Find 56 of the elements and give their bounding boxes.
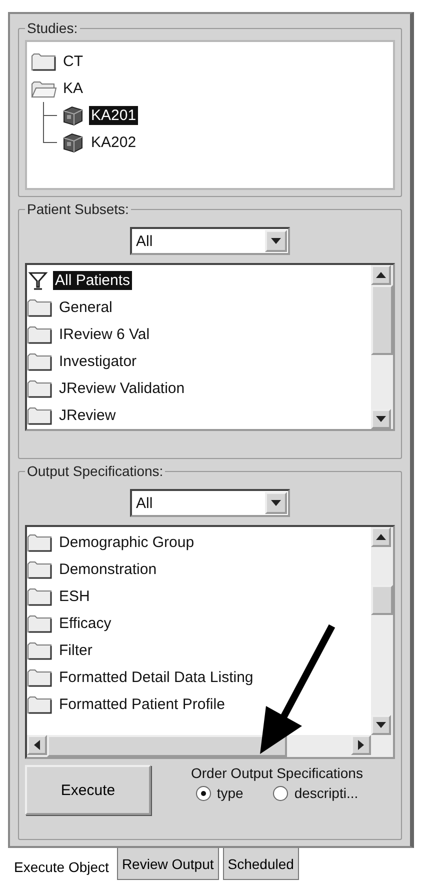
scroll-thumb[interactable] — [371, 585, 393, 615]
list-item[interactable]: Formatted Detail Data Listing — [27, 664, 371, 691]
folder-icon — [27, 588, 53, 606]
list-item[interactable]: General — [27, 294, 371, 321]
folder-icon — [27, 352, 53, 370]
tree-item[interactable]: KA201 — [31, 102, 389, 129]
group-label: Patient Subsets: — [26, 201, 130, 217]
folder-icon — [27, 642, 53, 660]
list-item[interactable]: JReview — [27, 402, 371, 429]
tree-item[interactable]: KA202 — [31, 129, 389, 156]
list-item[interactable]: Demographic Group — [27, 529, 371, 556]
folder-icon — [27, 380, 53, 398]
radio-option[interactable]: descripti... — [273, 785, 358, 801]
dropdown[interactable]: All — [130, 489, 290, 517]
scroll-thumb[interactable] — [371, 285, 393, 355]
folder-icon — [27, 614, 53, 632]
up-arrow-icon — [376, 272, 386, 278]
list-item[interactable]: Investigator — [27, 348, 371, 375]
list-item[interactable]: JReview Validation — [27, 375, 371, 402]
right-arrow-icon — [358, 740, 364, 750]
up-arrow-icon — [376, 534, 386, 540]
list-item[interactable]: IReview 6 Val — [27, 321, 371, 348]
folder-icon — [27, 406, 53, 424]
list-item[interactable]: Formatted Patient Profile — [27, 691, 371, 718]
scroll-thumb[interactable] — [47, 735, 287, 757]
folder-icon — [27, 696, 53, 714]
down-arrow-icon — [376, 416, 386, 422]
list-item[interactable]: Demonstration — [27, 556, 371, 583]
scrollbar[interactable] — [27, 735, 393, 757]
folder-icon — [27, 326, 53, 344]
tree-item[interactable]: KA — [31, 75, 389, 102]
order-label: Order Output Specifications — [191, 765, 363, 781]
scrollbar[interactable] — [371, 265, 393, 429]
folder-icon — [27, 668, 53, 686]
execute-button[interactable]: Execute — [25, 765, 151, 815]
list-item[interactable]: Filter — [27, 637, 371, 664]
list-item[interactable]: Efficacy — [27, 610, 371, 637]
cube-icon — [61, 132, 85, 152]
radio-option[interactable]: type — [196, 785, 244, 801]
group-label: Studies: — [26, 20, 79, 36]
down-arrow-icon — [376, 722, 386, 728]
caret-icon — [271, 500, 281, 506]
left-arrow-icon — [34, 740, 40, 750]
tree-item[interactable]: CT — [31, 48, 389, 75]
list-item[interactable]: All Patients — [27, 267, 371, 294]
folder-icon — [27, 298, 53, 316]
group-label: Output Specifications: — [26, 463, 164, 479]
folder-icon — [27, 560, 53, 578]
folder-icon — [27, 534, 53, 552]
scrollbar[interactable] — [371, 527, 393, 735]
tab[interactable]: Scheduled — [222, 848, 299, 880]
dropdown[interactable]: All — [130, 227, 290, 255]
cube-icon — [61, 106, 85, 126]
list-item[interactable]: ESH — [27, 583, 371, 610]
caret-icon — [271, 238, 281, 244]
tab[interactable]: Review Output — [116, 848, 219, 880]
